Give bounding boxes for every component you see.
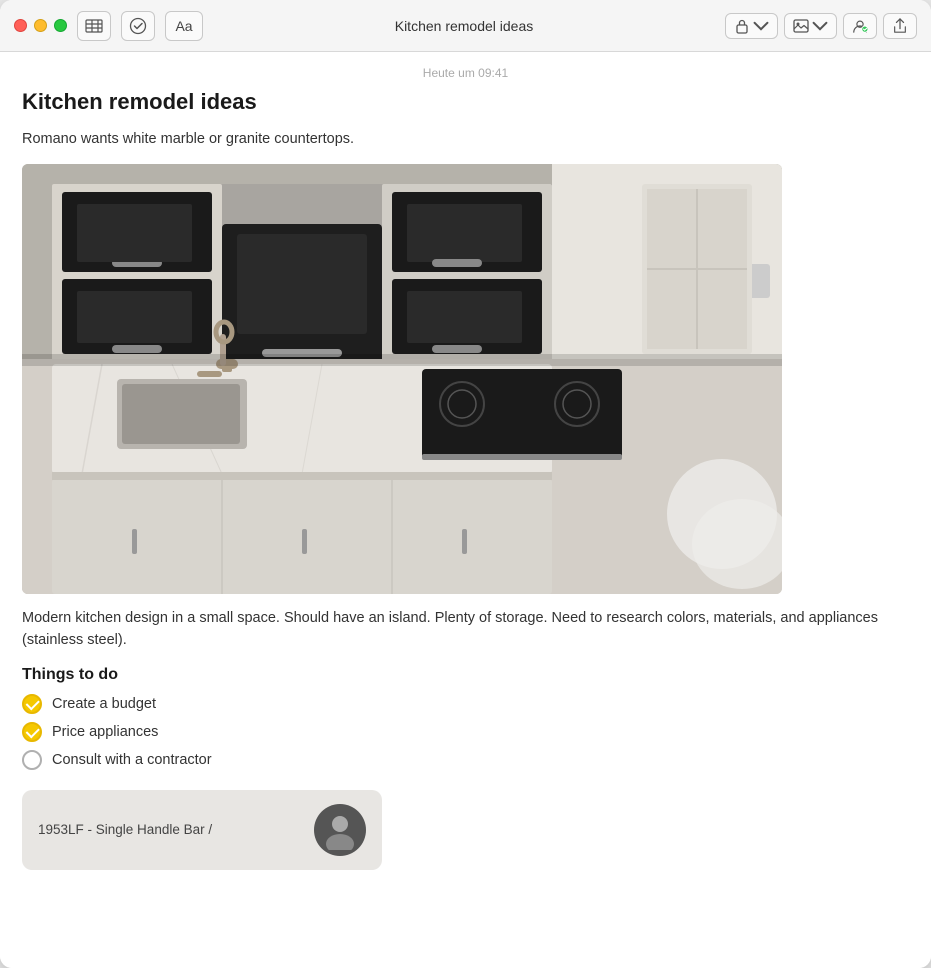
- traffic-lights: [14, 19, 67, 32]
- attachment-card[interactable]: 1953LF - Single Handle Bar /: [22, 790, 382, 870]
- checklist-label-1: Price appliances: [52, 724, 158, 740]
- gallery-chevron-icon: [812, 18, 828, 34]
- lock-button[interactable]: [725, 13, 778, 39]
- checklist-label-0: Create a budget: [52, 696, 156, 712]
- checklist-check-2[interactable]: [22, 750, 42, 770]
- note-content: Heute um 09:41 Kitchen remodel ideas Rom…: [0, 52, 931, 968]
- gallery-button[interactable]: [784, 13, 837, 39]
- titlebar: Aa Kitchen remodel ideas: [0, 0, 931, 52]
- note-timestamp: Heute um 09:41: [22, 52, 909, 88]
- note-paragraph-1: Romano wants white marble or granite cou…: [22, 129, 909, 151]
- note-paragraph-2: Modern kitchen design in a small space. …: [22, 608, 909, 652]
- checklist: Create a budget Price appliances Consult…: [22, 694, 909, 770]
- window-title: Kitchen remodel ideas: [213, 18, 715, 34]
- titlebar-right-actions: [725, 13, 917, 39]
- kitchen-image: [22, 164, 782, 594]
- checklist-label-2: Consult with a contractor: [52, 752, 212, 768]
- table-view-button[interactable]: [77, 11, 111, 41]
- checklist-check-1[interactable]: [22, 722, 42, 742]
- notes-window: Aa Kitchen remodel ideas: [0, 0, 931, 968]
- format-button[interactable]: Aa: [165, 11, 203, 41]
- collaborate-button[interactable]: [843, 13, 877, 39]
- minimize-button[interactable]: [34, 19, 47, 32]
- checklist-item-0: Create a budget: [22, 694, 909, 714]
- close-button[interactable]: [14, 19, 27, 32]
- maximize-button[interactable]: [54, 19, 67, 32]
- attachment-title: 1953LF - Single Handle Bar /: [38, 822, 300, 837]
- checklist-check-0[interactable]: [22, 694, 42, 714]
- format-label: Aa: [175, 18, 192, 34]
- section-heading: Things to do: [22, 666, 909, 684]
- checklist-item-2: Consult with a contractor: [22, 750, 909, 770]
- lock-chevron-icon: [753, 18, 769, 34]
- note-title: Kitchen remodel ideas: [22, 88, 909, 117]
- checklist-button[interactable]: [121, 11, 155, 41]
- checklist-item-1: Price appliances: [22, 722, 909, 742]
- share-button[interactable]: [883, 13, 917, 39]
- attachment-thumbnail: [314, 804, 366, 856]
